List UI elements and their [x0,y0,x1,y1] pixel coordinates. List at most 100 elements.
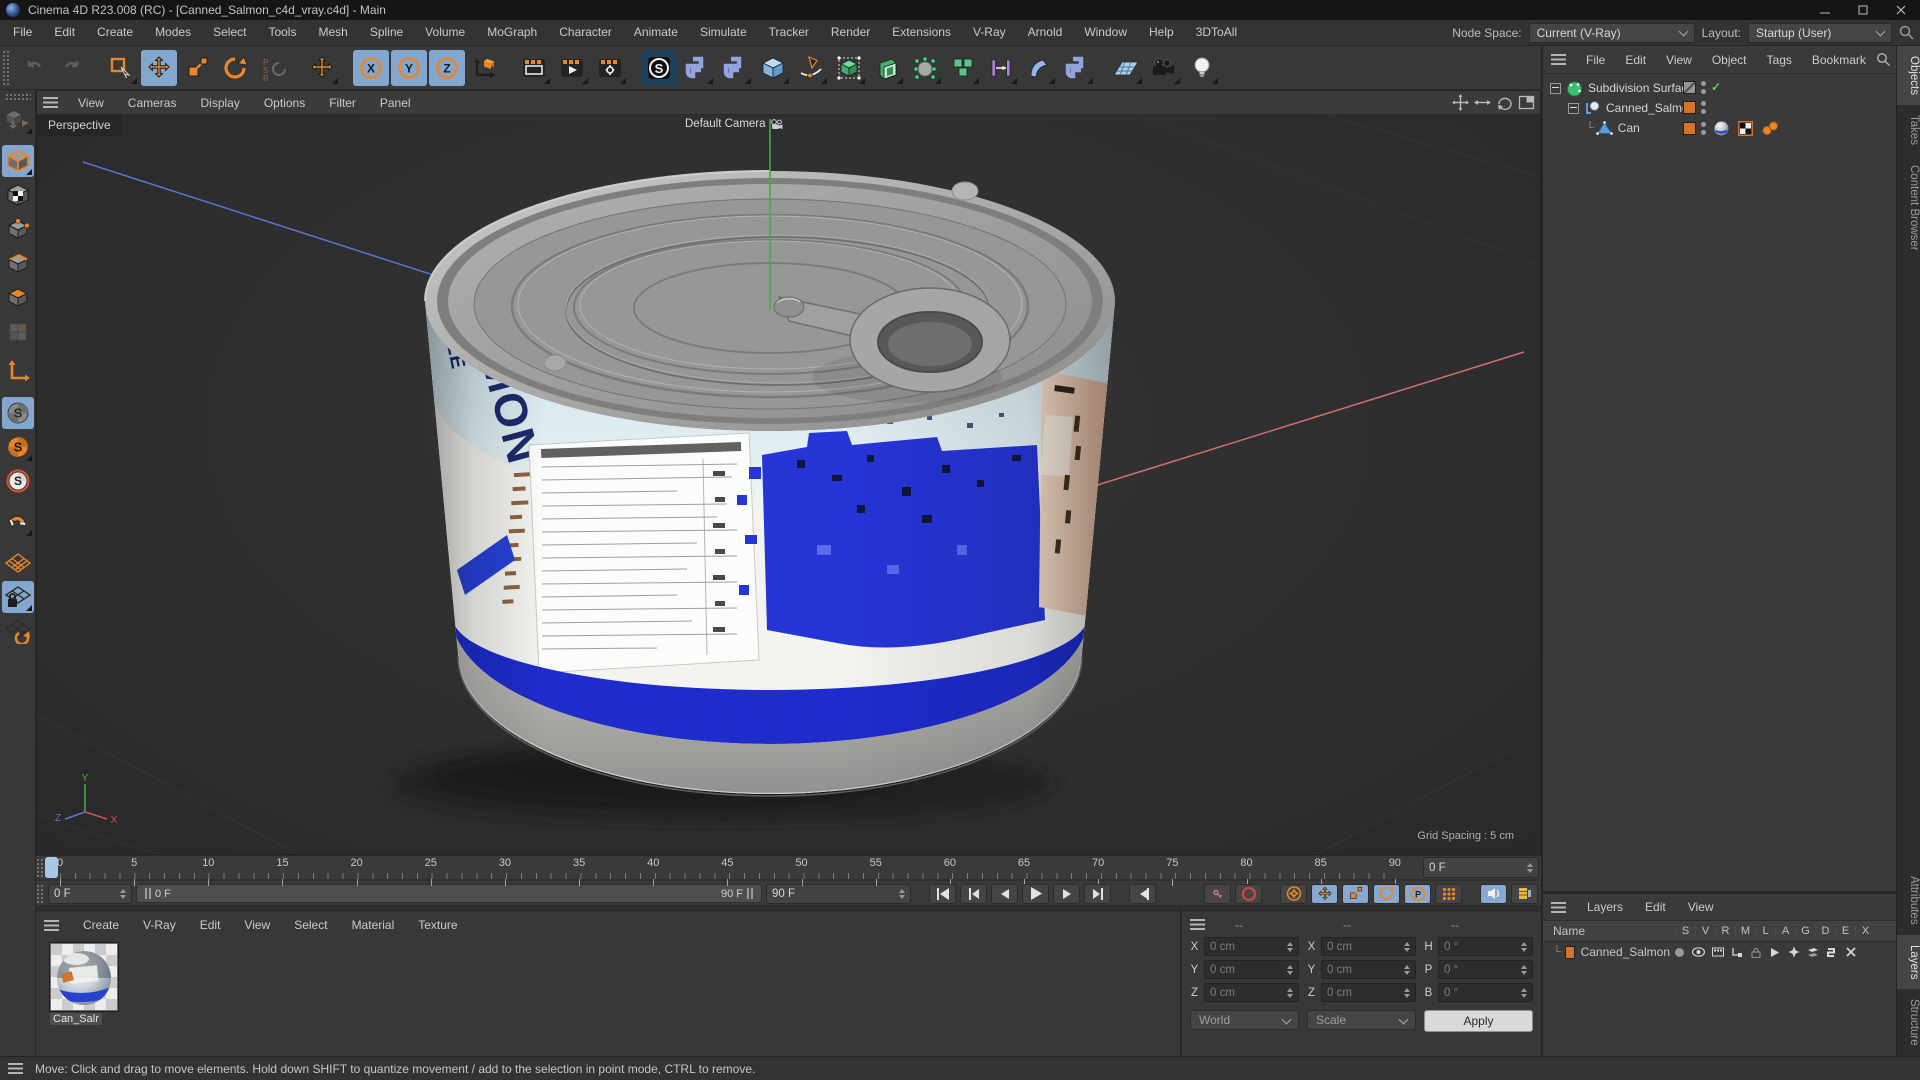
camera-object-icon[interactable] [1146,50,1182,86]
key-rotation-button[interactable] [1373,883,1400,904]
goto-prev-key-button[interactable] [960,883,987,904]
autokey-button[interactable] [1235,883,1262,904]
menubar-item[interactable]: Animate [623,20,689,45]
object-manager-menu-item[interactable]: View [1656,53,1702,67]
viewport-menu-item[interactable]: Display [188,96,251,110]
material-menu-item[interactable]: Select [282,918,339,932]
object-row-canned-salmon[interactable]: Canned_Salmon [1543,98,1896,118]
menubar-item[interactable]: Character [548,20,623,45]
layer-row-canned-salmon[interactable]: └ Canned_Salmon [1543,942,1896,962]
tab-content-browser[interactable]: Content Browser [1897,155,1920,261]
menubar-item[interactable]: Edit [43,20,86,45]
menubar-item[interactable]: Window [1073,20,1138,45]
view-toggle-icon[interactable] [1518,94,1535,111]
layer-deformers-toggle[interactable] [1803,946,1822,958]
layers-menu-icon[interactable] [1551,901,1566,913]
menubar-item[interactable]: File [2,20,43,45]
floor-object-icon[interactable] [1108,50,1144,86]
viewport-menu-item[interactable]: Cameras [116,96,189,110]
coordinate-space-dropdown[interactable]: World [1190,1010,1299,1030]
edge-mode-button[interactable] [2,247,34,279]
visibility-dots[interactable] [1701,81,1706,94]
material-tag-icon[interactable] [1714,121,1729,136]
menubar-item[interactable]: Tools [257,20,307,45]
position-x-field[interactable]: 0 cm [1204,937,1299,956]
object-name[interactable]: Can [1618,121,1640,135]
workplane-button[interactable] [2,547,34,579]
object-manager-menu-item[interactable]: Object [1702,53,1757,67]
last-tool-psr[interactable]: PSR [255,50,291,86]
timeline-ruler[interactable]: 0 5 10 15 20 25 30 35 40 45 50 55 60 65 … [36,856,1541,886]
move-tool-alt[interactable] [304,50,340,86]
goto-prev-frame-button[interactable] [991,883,1018,904]
material-menu-item[interactable]: Edit [188,918,233,932]
layer-color-chip[interactable] [1683,101,1696,114]
view-zoom-icon[interactable] [1474,94,1491,111]
object-row-subdivision-surface[interactable]: Subdivision Surface ✓ [1543,78,1896,98]
ruler-frame-field[interactable]: 0 F [1423,857,1539,878]
visibility-dots[interactable] [1701,122,1706,135]
extrude-generator-icon[interactable] [869,50,905,86]
tab-layers[interactable]: Layers [1897,934,1920,990]
redo-button[interactable] [54,50,90,86]
layer-generators-toggle[interactable] [1784,946,1803,958]
view-rotate-icon[interactable] [1496,94,1513,111]
maximize-button[interactable] [1844,0,1882,20]
goto-next-key-button[interactable] [1084,883,1111,904]
menubar-item[interactable]: V-Ray [962,20,1017,45]
layer-render-toggle[interactable] [1708,946,1727,958]
scale-y-field[interactable]: 0 cm [1321,960,1416,979]
can-3d-model[interactable]: KINLE LMON [417,170,1127,805]
layer-visible-toggle[interactable] [1689,946,1708,958]
key-pla-button[interactable] [1435,883,1462,904]
menubar-item[interactable]: MoGraph [476,20,548,45]
snap-settings-button[interactable]: S [2,431,34,463]
material-menu-item[interactable]: V-Ray [131,918,188,932]
viewport-menu-item[interactable]: Panel [368,96,423,110]
python-generator-icon[interactable] [679,50,715,86]
bend-deformer-icon[interactable] [1021,50,1057,86]
texture-mode-button[interactable] [2,179,34,211]
x-axis-lock-button[interactable]: X [353,49,389,86]
point-mode-button[interactable] [2,213,34,245]
tweak-mode-button[interactable] [2,315,34,347]
model-mode-button[interactable] [1,145,34,177]
layer-lock-toggle[interactable] [1746,946,1765,958]
object-row-can[interactable]: └ Can [1543,118,1896,138]
timeline-drag-handle[interactable] [36,858,44,878]
menubar-item[interactable]: Spline [359,20,414,45]
generator-check-icon[interactable]: ✓ [1711,81,1721,94]
workplane-lock-button[interactable] [1,581,34,613]
object-manager-menu-item[interactable]: Bookmark [1802,53,1876,67]
menubar-item[interactable]: Arnold [1017,20,1074,45]
object-manager-menu-item[interactable]: Tags [1757,53,1802,67]
render-view-button[interactable] [516,50,552,86]
palette-drag-handle[interactable] [4,93,31,101]
layer-color-chip[interactable] [1564,945,1575,959]
goto-end-button[interactable] [1129,883,1156,904]
axis-mode-button[interactable] [2,356,34,388]
menubar-item[interactable]: Mesh [307,20,358,45]
menubar-item[interactable]: Render [820,20,881,45]
menubar-item[interactable]: Volume [414,20,476,45]
coordinate-system-button[interactable] [467,50,503,86]
cube-primitive-icon[interactable] [755,50,791,86]
goto-start-button[interactable] [929,883,956,904]
view-pan-icon[interactable] [1452,94,1469,111]
node-space-dropdown[interactable]: Current (V-Ray) [1528,22,1695,43]
current-frame-field[interactable]: 0 F [48,883,132,904]
layers-menu-item[interactable]: Layers [1576,900,1634,914]
move-tool[interactable] [141,49,177,86]
layer-manager-toggle[interactable] [1727,946,1746,958]
workplane-interactive-button[interactable] [2,615,34,647]
layer-animation-toggle[interactable] [1765,946,1784,958]
play-sound-button[interactable] [1480,883,1507,904]
record-keyframe-button[interactable] [1204,883,1231,904]
collapse-icon[interactable] [1568,102,1579,114]
layer-expressions-toggle[interactable] [1822,946,1841,958]
material-menu-item[interactable]: Create [71,918,131,932]
sketch-material-icon[interactable]: S [641,49,677,86]
python-scripting-icon[interactable] [1059,50,1095,86]
scale-x-field[interactable]: 0 cm [1321,937,1416,956]
tab-attributes[interactable]: Attributes [1897,866,1920,935]
